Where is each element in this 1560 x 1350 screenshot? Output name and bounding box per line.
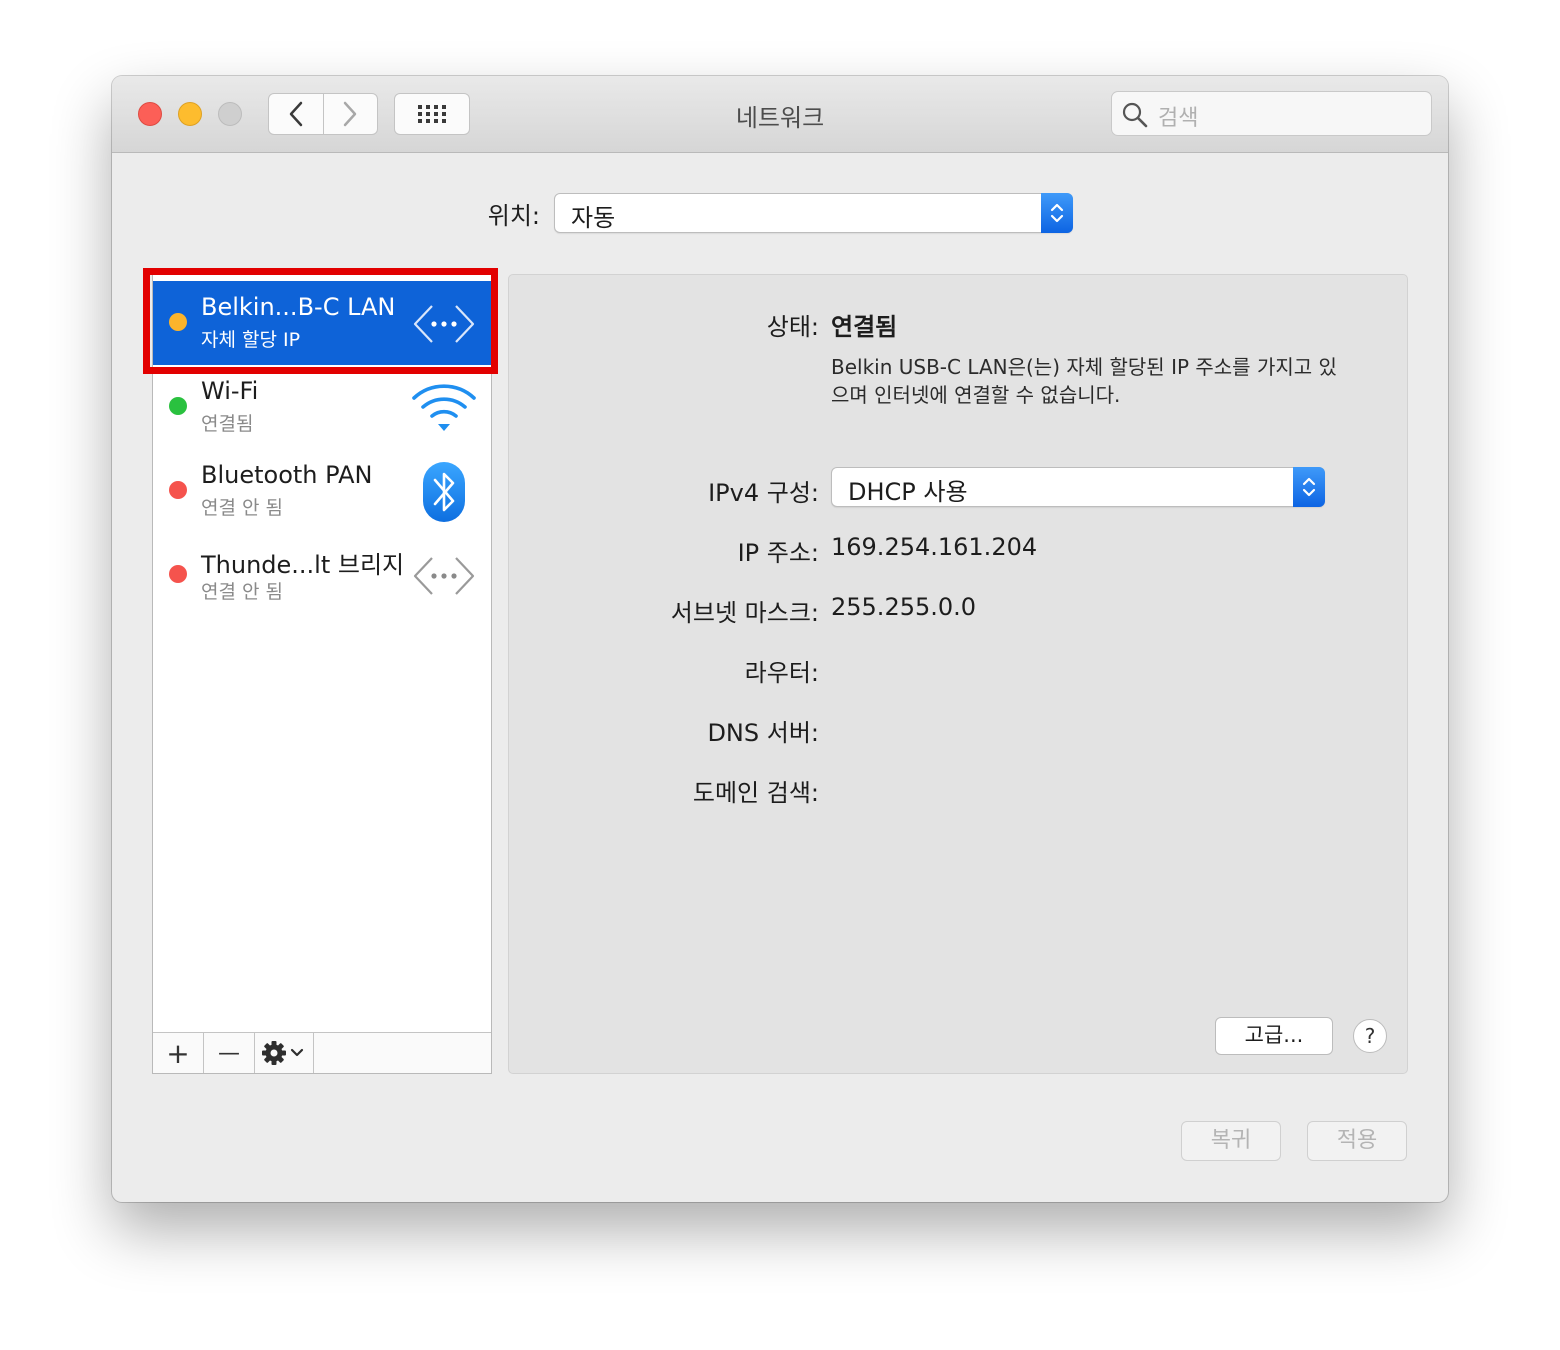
status-description: Belkin USB-C LAN은(는) 자체 할당된 IP 주소를 가지고 있… bbox=[831, 355, 1337, 407]
search-domains-label: 도메인 검색: bbox=[692, 779, 819, 807]
back-button[interactable] bbox=[269, 94, 323, 134]
status-label: 상태: bbox=[766, 313, 819, 341]
minimize-window-button[interactable] bbox=[178, 102, 202, 126]
service-actions-button[interactable] bbox=[255, 1033, 314, 1073]
service-status: 연결 안 됨 bbox=[201, 497, 283, 519]
subnet-mask-label: 서브넷 마스크: bbox=[670, 599, 819, 627]
service-item-thunderbolt-bridge[interactable]: Thunde...lt 브리지 연결 안 됨 bbox=[153, 533, 491, 617]
advanced-button[interactable]: 고급... bbox=[1215, 1017, 1333, 1055]
revert-button[interactable]: 복귀 bbox=[1181, 1121, 1281, 1161]
forward-button[interactable] bbox=[322, 94, 378, 134]
dns-server-label: DNS 서버: bbox=[707, 719, 819, 747]
title-bar: 네트워크 검색 bbox=[112, 76, 1448, 153]
service-status: 연결 안 됨 bbox=[201, 581, 283, 603]
subnet-mask-value: 255.255.0.0 bbox=[831, 593, 977, 621]
ipv4-config-popup[interactable]: DHCP 사용 bbox=[831, 467, 1325, 507]
add-service-button[interactable]: + bbox=[153, 1033, 204, 1073]
bluetooth-icon bbox=[411, 459, 477, 525]
show-all-button[interactable] bbox=[394, 93, 470, 135]
ip-address-value: 169.254.161.204 bbox=[831, 533, 1038, 561]
service-name: Bluetooth PAN bbox=[201, 461, 373, 489]
status-dot bbox=[169, 565, 187, 583]
help-button[interactable]: ? bbox=[1353, 1019, 1387, 1053]
window-title: 네트워크 bbox=[735, 104, 825, 132]
wifi-icon bbox=[411, 375, 477, 441]
gear-icon bbox=[262, 1041, 304, 1065]
status-value: 연결됨 bbox=[831, 313, 898, 341]
remove-service-button[interactable]: — bbox=[204, 1033, 255, 1073]
zoom-window-button[interactable] bbox=[218, 102, 242, 126]
ipv4-config-label: IPv4 구성: bbox=[708, 479, 819, 507]
grid-icon bbox=[418, 105, 446, 123]
apply-button[interactable]: 적용 bbox=[1307, 1121, 1407, 1161]
close-window-button[interactable] bbox=[138, 102, 162, 126]
service-list-toolbar: + — bbox=[153, 1032, 491, 1073]
search-field[interactable]: 검색 bbox=[1111, 91, 1432, 136]
status-dot bbox=[169, 397, 187, 415]
popup-arrows-icon bbox=[1041, 193, 1073, 233]
status-dot bbox=[169, 481, 187, 499]
selection-highlight-box bbox=[143, 268, 498, 374]
service-detail-panel: 상태: 연결됨 Belkin USB-C LAN은(는) 자체 할당된 IP 주… bbox=[508, 274, 1408, 1074]
popup-arrows-icon bbox=[1293, 467, 1325, 507]
service-item-bluetooth-pan[interactable]: Bluetooth PAN 연결 안 됨 bbox=[153, 449, 491, 533]
ip-address-label: IP 주소: bbox=[737, 539, 819, 567]
search-placeholder: 검색 bbox=[1158, 106, 1199, 131]
service-list: Belkin...B-C LAN 자체 할당 IP Wi-Fi 연결됨 Blue… bbox=[152, 274, 492, 1074]
chevron-right-icon bbox=[344, 101, 357, 127]
chevron-left-icon bbox=[289, 101, 302, 127]
search-icon bbox=[1122, 102, 1148, 128]
service-name: Wi-Fi bbox=[201, 377, 259, 405]
network-preferences-window: 네트워크 검색 위치: 자동 Belkin...B-C LAN 자체 할당 IP bbox=[112, 76, 1448, 1202]
ipv4-config-value: DHCP 사용 bbox=[848, 478, 968, 506]
ethernet-icon bbox=[411, 543, 477, 609]
location-popup[interactable]: 자동 bbox=[554, 193, 1073, 233]
location-value: 자동 bbox=[571, 204, 616, 232]
service-item-wifi[interactable]: Wi-Fi 연결됨 bbox=[153, 365, 491, 449]
router-label: 라우터: bbox=[744, 659, 819, 687]
location-label: 위치: bbox=[487, 202, 540, 230]
service-name: Thunde...lt 브리지 bbox=[201, 551, 405, 579]
navigation-buttons bbox=[268, 93, 378, 135]
chevron-down-icon bbox=[290, 1048, 304, 1057]
service-status: 연결됨 bbox=[201, 413, 254, 435]
